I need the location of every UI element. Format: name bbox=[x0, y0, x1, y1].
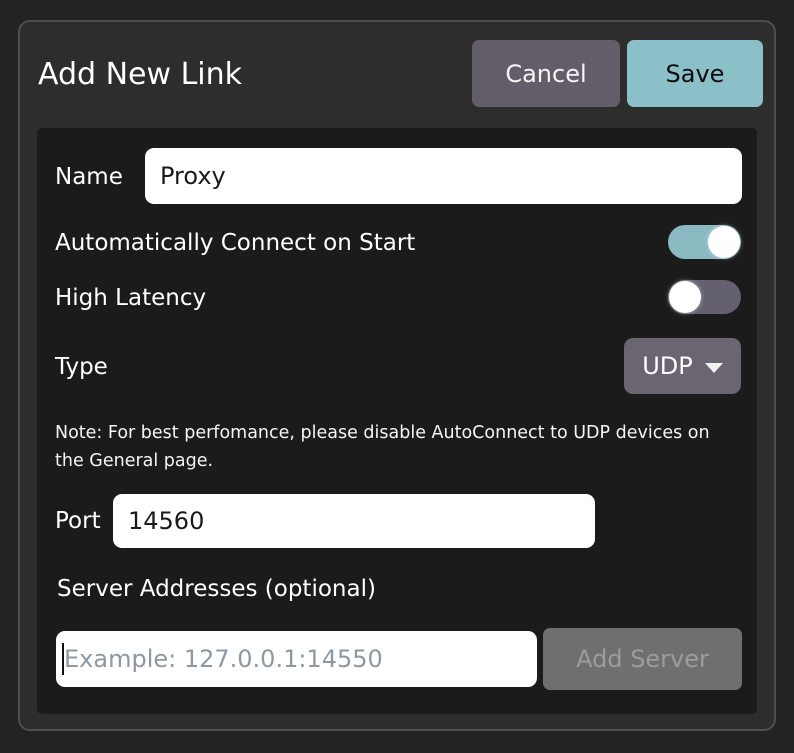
high-latency-label: High Latency bbox=[55, 284, 206, 312]
add-new-link-dialog: Add New Link Cancel Save Name Automatica… bbox=[18, 20, 776, 731]
auto-connect-toggle[interactable] bbox=[668, 225, 741, 259]
link-config-panel: Name Automatically Connect on Start High… bbox=[37, 128, 757, 714]
toggle-knob bbox=[669, 281, 701, 313]
name-input[interactable] bbox=[145, 148, 742, 204]
auto-connect-label: Automatically Connect on Start bbox=[55, 229, 415, 257]
text-cursor bbox=[62, 643, 64, 675]
add-server-button[interactable]: Add Server bbox=[543, 628, 742, 690]
dialog-title: Add New Link bbox=[38, 57, 242, 93]
toggle-knob bbox=[708, 226, 740, 258]
server-address-field bbox=[56, 631, 537, 687]
screen-background: Add New Link Cancel Save Name Automatica… bbox=[0, 0, 794, 753]
high-latency-toggle[interactable] bbox=[668, 280, 741, 314]
chevron-down-icon bbox=[705, 363, 723, 373]
save-button[interactable]: Save bbox=[627, 40, 763, 107]
cancel-button[interactable]: Cancel bbox=[472, 40, 620, 107]
type-dropdown[interactable]: UDP bbox=[624, 338, 741, 394]
udp-performance-note: Note: For best perfomance, please disabl… bbox=[55, 419, 743, 475]
name-label: Name bbox=[55, 163, 123, 191]
type-label: Type bbox=[55, 353, 108, 381]
server-addresses-label: Server Addresses (optional) bbox=[57, 575, 376, 603]
server-address-input[interactable] bbox=[56, 631, 537, 687]
type-dropdown-value: UDP bbox=[642, 352, 693, 380]
port-label: Port bbox=[55, 507, 101, 535]
port-input[interactable] bbox=[113, 494, 595, 548]
